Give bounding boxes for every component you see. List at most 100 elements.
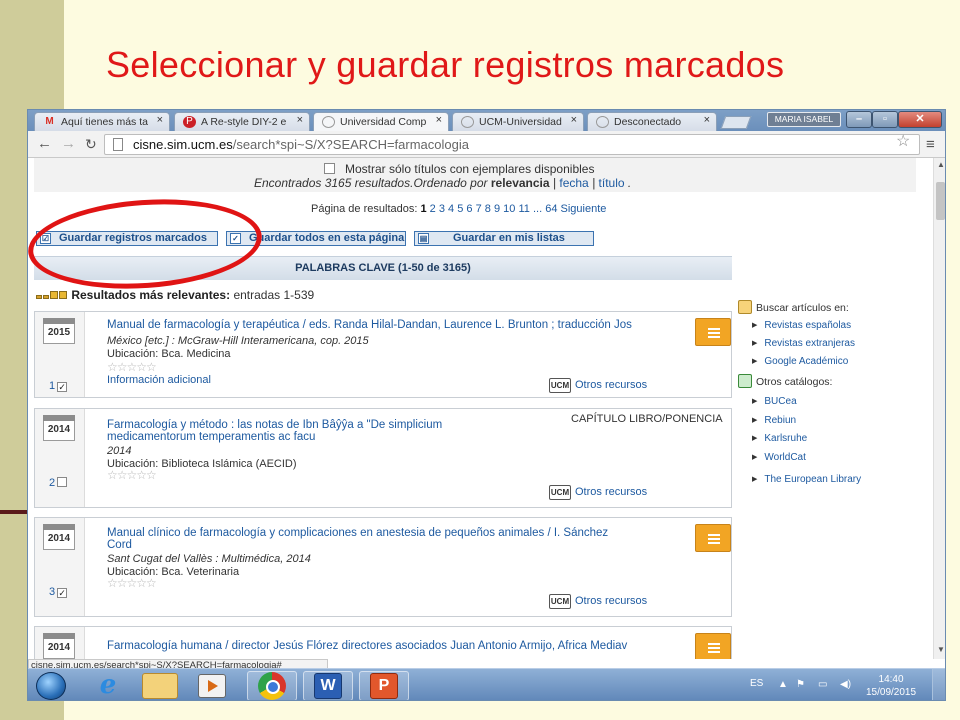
ucm-badge-icon[interactable]: UCM [549,378,571,393]
close-icon[interactable]: × [571,114,577,126]
window-close-button[interactable]: ✕ [898,111,942,128]
user-chip[interactable]: MARIA ISABEL [767,112,841,127]
otros-recursos-link[interactable]: Otros recursos [575,486,647,498]
pager-link-last[interactable]: 64 [545,203,557,215]
sidebar-link-revistas-espanolas[interactable]: Revistas españolas [752,320,851,331]
address-bar[interactable]: cisne.sim.ucm.es/search*spi~S/X?SEARCH=f… [104,134,920,155]
rating-stars[interactable]: ☆☆☆☆☆ [107,360,157,374]
rating-stars[interactable]: ☆☆☆☆☆ [107,468,157,482]
record-location: Ubicación: Bca. Medicina [107,348,231,360]
forward-arrow-icon[interactable]: → [61,135,76,152]
pager-link[interactable]: 5 [457,203,463,215]
folder-icon[interactable] [142,673,178,699]
internet-explorer-icon[interactable]: e [88,672,128,700]
close-icon[interactable]: × [157,114,163,126]
save-lists-button[interactable]: ▤ Guardar en mis listas [414,231,594,246]
volume-icon[interactable]: ◀) [840,679,851,690]
scroll-down-icon[interactable]: ▼ [937,645,945,654]
sidebar-link-karlsruhe[interactable]: Karlsruhe [752,433,807,444]
pager-link[interactable]: 9 [494,203,500,215]
record-number: 3 ✓ [49,586,68,598]
sort-end: . [627,176,632,190]
document-icon[interactable] [695,633,731,659]
record-number-text: 1 [49,380,56,392]
record-checkbox[interactable]: ✓ [57,588,68,598]
sort-separator: | [552,176,557,190]
pager-link[interactable]: 7 [476,203,482,215]
pager-link[interactable]: 3 [439,203,445,215]
vertical-scrollbar[interactable]: ▲ ▼ [933,158,945,659]
sidebar-link-rebiun[interactable]: Rebiun [752,415,796,426]
record-title-link[interactable]: Farmacología humana / director Jesús Fló… [107,639,627,653]
record-title-link-cont[interactable]: Cord [107,538,132,552]
word-icon[interactable]: W [314,673,342,699]
maximize-button[interactable]: ▫ [872,111,898,128]
otros-recursos-link[interactable]: Otros recursos [575,595,647,607]
sidebar-link-revistas-extranjeras[interactable]: Revistas extranjeras [752,338,855,349]
pager-link[interactable]: 11 [518,203,529,215]
pager-next-link[interactable]: Siguiente [561,203,607,215]
bookmark-star-icon[interactable]: ☆ [896,131,910,151]
new-tab-button[interactable] [720,116,752,129]
pinterest-icon: P [183,116,196,128]
back-arrow-icon[interactable]: ← [37,135,52,152]
pager-link[interactable]: 8 [485,203,491,215]
record-title-link-cont[interactable]: medicamentorum temperamentis ac facu [107,430,315,444]
pager-link[interactable]: 2 [430,203,436,215]
list-icon: ▤ [418,233,429,244]
sort-titulo-link[interactable]: título [599,176,625,190]
sidebar-link-google-academico[interactable]: Google Académico [752,356,848,367]
close-icon[interactable]: × [297,114,303,126]
minimize-button[interactable]: – [846,111,872,128]
close-icon[interactable]: × [436,114,442,126]
chrome-icon[interactable] [258,672,286,700]
ucm-badge-icon[interactable]: UCM [549,485,571,500]
document-icon[interactable] [695,318,731,346]
browser-window: M Aquí tienes más ta × P A Re-style DIY-… [27,109,946,701]
tab-pinterest[interactable]: P A Re-style DIY-2 e × [174,112,310,131]
only-available-option[interactable]: Mostrar sólo títulos con ejemplares disp… [324,162,594,176]
sidebar-link-bucea[interactable]: BUCea [752,396,796,407]
save-lists-label: Guardar en mis listas [453,232,565,244]
flag-icon[interactable]: ⚑ [796,679,805,690]
catalogs-heading-text: Otros catálogos: [756,376,833,388]
sidebar-link-european-library[interactable]: The European Library [752,474,861,485]
sort-fecha-link[interactable]: fecha [559,176,588,190]
close-icon[interactable]: × [704,114,710,126]
pager-link[interactable]: 4 [448,203,454,215]
record-year: 2014 [47,533,71,544]
pager-link[interactable]: 6 [466,203,472,215]
record-title-link[interactable]: Manual de farmacología y terapéutica / e… [107,318,632,332]
scroll-thumb[interactable] [936,182,945,220]
tab-label: Aquí tienes más ta [61,116,148,128]
show-desktop-button[interactable] [932,669,945,700]
tray-expand-icon[interactable]: ▲ [778,679,788,690]
network-icon[interactable]: ▭ [818,679,827,690]
media-player-icon[interactable] [198,674,226,698]
powerpoint-icon[interactable]: P [370,673,398,699]
additional-info-link[interactable]: Información adicional [107,374,211,386]
only-available-checkbox[interactable] [324,163,335,174]
document-icon[interactable] [695,524,731,552]
tab-desconectado[interactable]: Desconectado × [587,112,717,131]
clock[interactable]: 14:40 15/09/2015 [866,673,916,699]
record-title-link[interactable]: Manual clínico de farmacología y complic… [107,526,608,540]
sidebar-link-worldcat[interactable]: WorldCat [752,452,806,463]
otros-recursos-link[interactable]: Otros recursos [575,379,647,391]
record-checkbox[interactable] [57,477,68,487]
tab-ucm[interactable]: UCM-Universidad × [452,112,584,131]
pager-link[interactable]: 10 [503,203,515,215]
menu-icon[interactable]: ≡ [926,136,935,153]
record-checkbox[interactable]: ✓ [57,382,68,392]
language-indicator[interactable]: ES [750,678,763,689]
slide-accent-mark [0,510,28,514]
tab-gmail[interactable]: M Aquí tienes más ta × [34,112,170,131]
year-column: 2014 [35,627,85,659]
reload-icon[interactable]: ↻ [85,136,97,153]
ucm-badge-icon[interactable]: UCM [549,594,571,609]
scroll-up-icon[interactable]: ▲ [937,160,945,169]
rating-stars[interactable]: ☆☆☆☆☆ [107,576,157,590]
tab-universidad-active[interactable]: Universidad Comp × [313,112,449,132]
windows-start-icon[interactable] [36,672,66,700]
result-record: 2014 3 ✓ Manual clínico de farmacología y… [34,517,732,617]
